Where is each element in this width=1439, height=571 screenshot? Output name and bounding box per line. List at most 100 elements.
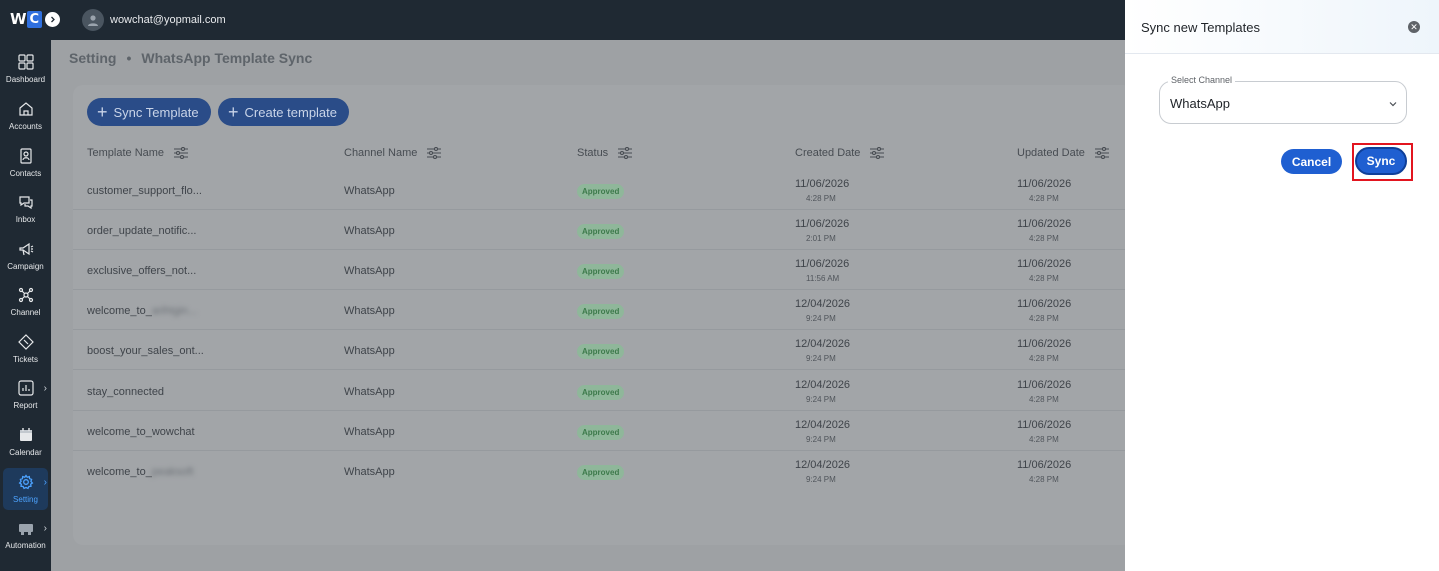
created-date: 12/04/2026 bbox=[795, 419, 851, 431]
table-row[interactable]: welcome_to_peaksoft WhatsApp Approved 12… bbox=[73, 451, 1125, 491]
updated-time: 4:28 PM bbox=[1029, 475, 1059, 484]
table-row[interactable]: order_update_notific... WhatsApp Approve… bbox=[73, 210, 1125, 250]
sync-templates-panel: Sync new Templates ✕ Select Channel What… bbox=[1125, 0, 1439, 571]
cancel-button[interactable]: Cancel bbox=[1281, 149, 1342, 174]
updated-time: 4:28 PM bbox=[1029, 395, 1059, 404]
created-date: 12/04/2026 bbox=[795, 459, 851, 471]
sidebar-item-campaign[interactable]: Campaign bbox=[3, 235, 48, 277]
updated-time: 4:28 PM bbox=[1029, 435, 1059, 444]
created-time: 9:24 PM bbox=[806, 435, 836, 444]
status-badge: Approved bbox=[577, 344, 625, 359]
chevron-right-icon: › bbox=[43, 523, 47, 534]
column-header-template-name[interactable]: Template Name bbox=[87, 147, 189, 159]
created-date: 11/06/2026 bbox=[795, 258, 850, 270]
table-row[interactable]: stay_connected WhatsApp Approved 12/04/2… bbox=[73, 371, 1125, 411]
sidebar-item-calendar[interactable]: Calendar bbox=[3, 421, 48, 463]
top-bar: W C wowchat@yopmail.com bbox=[0, 0, 1125, 40]
sync-template-label: Sync Template bbox=[113, 104, 199, 120]
sidebar-item-label: Automation bbox=[5, 541, 46, 550]
table-row[interactable]: boost_your_sales_ont... WhatsApp Approve… bbox=[73, 330, 1125, 370]
column-header-channel-name[interactable]: Channel Name bbox=[344, 147, 442, 159]
status-badge: Approved bbox=[577, 304, 625, 319]
breadcrumb-root[interactable]: Setting bbox=[69, 50, 116, 66]
chevron-down-icon bbox=[1388, 96, 1398, 114]
select-channel-value: WhatsApp bbox=[1170, 96, 1230, 111]
sidebar-item-tickets[interactable]: Tickets bbox=[3, 328, 48, 370]
created-time: 9:24 PM bbox=[806, 314, 836, 323]
updated-time: 4:28 PM bbox=[1029, 234, 1059, 243]
template-name: stay_connected bbox=[87, 386, 165, 398]
template-name: customer_support_flo... bbox=[87, 185, 202, 197]
megaphone-icon bbox=[17, 240, 35, 258]
calendar-icon bbox=[17, 426, 35, 444]
breadcrumb-separator: • bbox=[126, 50, 132, 66]
panel-title: Sync new Templates bbox=[1141, 20, 1260, 35]
filter-sliders-icon[interactable] bbox=[427, 147, 442, 159]
close-icon[interactable]: ✕ bbox=[1408, 21, 1420, 33]
create-template-button[interactable]: + Create template bbox=[218, 98, 350, 126]
table-row[interactable]: welcome_to_arihtgin... WhatsApp Approved… bbox=[73, 290, 1125, 330]
ticket-icon bbox=[17, 333, 35, 351]
sidebar-item-automation[interactable]: › Automation bbox=[3, 514, 48, 556]
table-row[interactable]: customer_support_flo... WhatsApp Approve… bbox=[73, 170, 1125, 210]
updated-date: 11/06/2026 bbox=[1017, 218, 1072, 230]
user-email: wowchat@yopmail.com bbox=[110, 14, 226, 26]
status-badge: Approved bbox=[577, 465, 625, 480]
created-time: 2:01 PM bbox=[806, 234, 836, 243]
template-name: welcome_to_wowchat bbox=[87, 426, 195, 438]
sync-button[interactable]: Sync bbox=[1355, 147, 1407, 175]
column-header-status[interactable]: Status bbox=[577, 147, 633, 159]
sidebar-item-label: Dashboard bbox=[5, 75, 46, 84]
created-date: 12/04/2026 bbox=[795, 379, 851, 391]
created-time: 9:24 PM bbox=[806, 475, 836, 484]
status-badge: Approved bbox=[577, 224, 625, 239]
template-name: welcome_to_peaksoft bbox=[87, 466, 194, 478]
sidebar-item-accounts[interactable]: Accounts bbox=[3, 95, 48, 137]
column-header-label: Template Name bbox=[87, 147, 165, 159]
sidebar-item-inbox[interactable]: Inbox bbox=[3, 188, 48, 230]
template-name: exclusive_offers_not... bbox=[87, 265, 197, 277]
created-date: 12/04/2026 bbox=[795, 338, 851, 350]
column-header-created-date[interactable]: Created Date bbox=[795, 147, 885, 159]
select-channel-dropdown[interactable]: Select Channel WhatsApp bbox=[1159, 75, 1407, 124]
sidebar-item-contacts[interactable]: Contacts bbox=[3, 142, 48, 184]
user-menu[interactable]: wowchat@yopmail.com bbox=[82, 9, 226, 31]
filter-sliders-icon[interactable] bbox=[1094, 147, 1109, 159]
created-date: 11/06/2026 bbox=[795, 178, 850, 190]
logo-letter-c: C bbox=[26, 10, 43, 28]
panel-header: Sync new Templates ✕ bbox=[1125, 0, 1439, 54]
sidebar-item-dashboard[interactable]: Dashboard bbox=[3, 48, 48, 90]
filter-sliders-icon[interactable] bbox=[618, 147, 633, 159]
created-time: 9:24 PM bbox=[806, 354, 836, 363]
sidebar-item-setting[interactable]: › Setting bbox=[3, 468, 48, 510]
table-row[interactable]: welcome_to_wowchat WhatsApp Approved 12/… bbox=[73, 411, 1125, 451]
filter-sliders-icon[interactable] bbox=[870, 147, 885, 159]
select-channel-label: Select Channel bbox=[1168, 75, 1236, 85]
plus-icon: + bbox=[97, 102, 108, 122]
app-logo[interactable]: W C bbox=[10, 10, 61, 28]
chevron-right-icon: › bbox=[43, 477, 47, 488]
created-time: 4:28 PM bbox=[806, 194, 836, 203]
updated-date: 11/06/2026 bbox=[1017, 459, 1072, 471]
table-row[interactable]: exclusive_offers_not... WhatsApp Approve… bbox=[73, 250, 1125, 290]
sidebar-item-label: Report bbox=[13, 401, 38, 410]
column-header-label: Status bbox=[577, 147, 609, 159]
updated-date: 11/06/2026 bbox=[1017, 178, 1072, 190]
channel-name: WhatsApp bbox=[344, 305, 395, 317]
sidebar-item-report[interactable]: › Report bbox=[3, 374, 48, 416]
channel-name: WhatsApp bbox=[344, 426, 395, 438]
status-badge: Approved bbox=[577, 264, 625, 279]
updated-time: 4:28 PM bbox=[1029, 314, 1059, 323]
sidebar-toggle-icon[interactable] bbox=[45, 11, 61, 27]
filter-sliders-icon[interactable] bbox=[174, 147, 189, 159]
sidebar-item-label: Accounts bbox=[9, 122, 42, 131]
sync-template-button[interactable]: + Sync Template bbox=[87, 98, 211, 126]
sidebar-item-channel[interactable]: Channel bbox=[3, 281, 48, 323]
created-date: 11/06/2026 bbox=[795, 218, 850, 230]
template-name: order_update_notific... bbox=[87, 225, 197, 237]
sidebar-item-label: Tickets bbox=[12, 355, 39, 364]
column-header-updated-date[interactable]: Updated Date bbox=[1017, 147, 1109, 159]
updated-time: 4:28 PM bbox=[1029, 194, 1059, 203]
updated-time: 4:28 PM bbox=[1029, 274, 1059, 283]
template-name: boost_your_sales_ont... bbox=[87, 345, 204, 357]
